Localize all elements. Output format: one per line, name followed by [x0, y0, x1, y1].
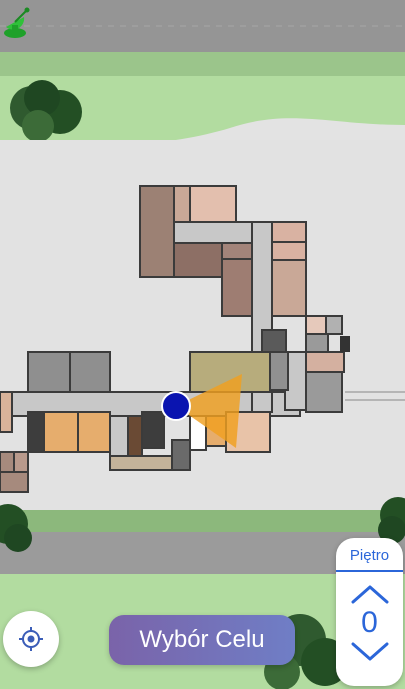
crosshair-locate-icon	[19, 627, 43, 651]
lawn-strip	[0, 52, 405, 76]
floor-down-button[interactable]	[348, 638, 392, 666]
floor-up-button[interactable]	[348, 580, 392, 608]
user-location-marker	[161, 391, 191, 421]
select-target-button[interactable]: Wybór Celu	[109, 615, 295, 665]
select-target-label: Wybór Celu	[139, 626, 265, 653]
lawn-strip	[0, 510, 405, 532]
floor-selector: Piętro 0	[336, 538, 403, 686]
floor-selector-title: Piętro	[336, 538, 403, 572]
current-floor-value: 0	[361, 606, 378, 639]
locate-me-button[interactable]	[3, 611, 59, 667]
satellite-dish-icon	[4, 7, 30, 38]
chevron-down-icon	[351, 642, 388, 661]
door	[340, 336, 350, 352]
chevron-up-icon	[351, 585, 388, 604]
